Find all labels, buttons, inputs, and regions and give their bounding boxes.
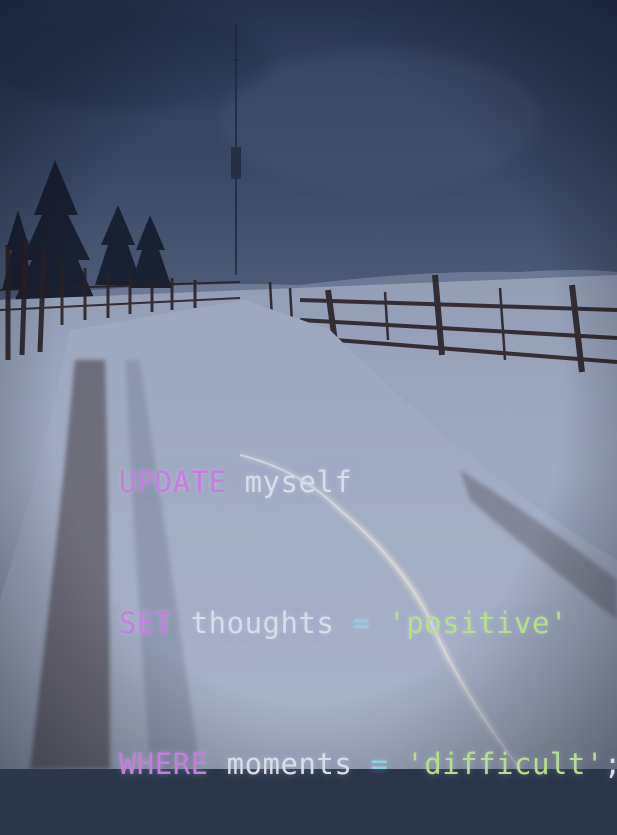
sql-code-overlay: UPDATE myself SET thoughts = 'positive' … [47, 318, 617, 788]
operator-token: = [370, 747, 389, 781]
identifier-token: myself [244, 465, 353, 499]
code-line-2: SET thoughts = 'positive' [47, 553, 617, 640]
code-line-1: UPDATE myself [47, 412, 617, 499]
keyword-token: SET [118, 606, 173, 640]
code-line-3: WHERE moments = 'difficult'; [47, 694, 617, 781]
identifier-token: thoughts [190, 606, 335, 640]
string-token: 'positive' [388, 606, 568, 640]
identifier-token: moments [226, 747, 353, 781]
operator-token: = [352, 606, 371, 640]
keyword-token: WHERE [118, 747, 209, 781]
keyword-token: UPDATE [118, 465, 227, 499]
string-token: 'difficult' [406, 747, 604, 781]
punctuation-token: ; [604, 747, 617, 781]
